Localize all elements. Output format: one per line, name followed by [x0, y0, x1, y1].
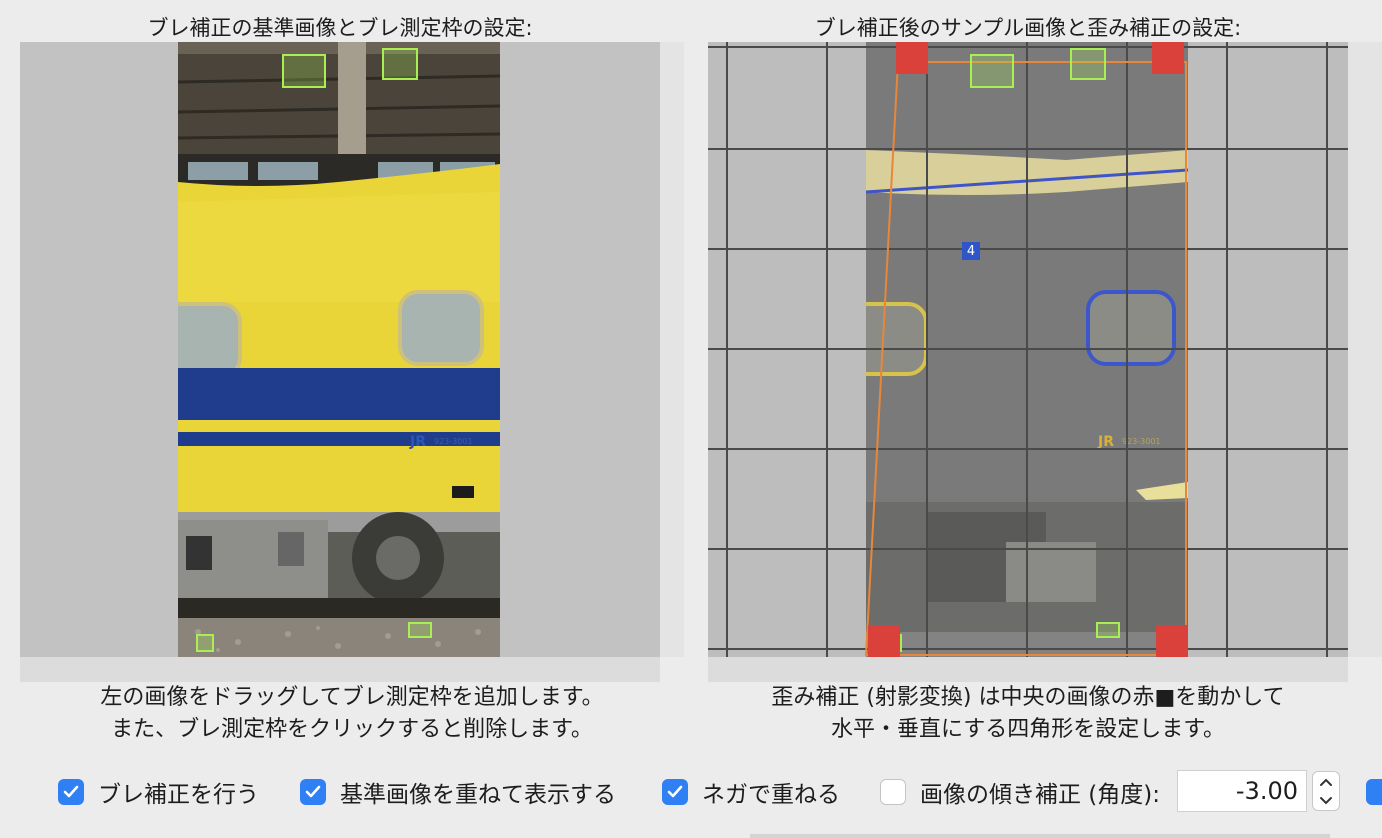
corrected-image-canvas[interactable]: JR 923-3001 4 [708, 42, 1348, 657]
negative-option[interactable]: ネガで重ねる [662, 775, 840, 809]
angle-input[interactable]: -3.00 [1177, 770, 1307, 812]
reference-instructions: 左の画像をドラッグしてブレ測定枠を追加します。 また、ブレ測定枠をクリックすると… [20, 682, 684, 746]
chevron-down-icon[interactable] [1319, 791, 1333, 810]
perspective-corner-handle-bottom-left[interactable] [868, 625, 900, 657]
measure-frame[interactable] [196, 634, 214, 652]
stabilize-option[interactable]: ブレ補正を行う [58, 775, 259, 809]
perspective-outline [864, 61, 1187, 656]
checkmark-icon [305, 785, 321, 798]
negative-label: ネガで重ねる [702, 782, 840, 808]
divider [750, 834, 1330, 838]
perspective-instructions: 歪み補正 (射影変換) は中央の画像の赤■を動かして 水平・垂直にする四角形を設… [708, 682, 1348, 746]
overlay-label: 基準画像を重ねて表示する [340, 782, 616, 808]
perspective-corner-handle-bottom-right[interactable] [1156, 625, 1188, 657]
measure-frame[interactable] [382, 48, 418, 80]
perspective-corner-handle-top-left[interactable] [896, 42, 928, 74]
reference-instruction-line2: また、ブレ測定枠をクリックすると削除します。 [111, 717, 593, 742]
reference-panel-title: ブレ補正の基準画像とブレ測定枠の設定: [147, 16, 533, 40]
svg-text:923-3001: 923-3001 [434, 437, 473, 446]
measure-frame [970, 54, 1014, 88]
reference-horizontal-scrollbar[interactable] [20, 657, 660, 682]
corrected-horizontal-scrollbar[interactable] [708, 657, 1348, 682]
checkmark-icon [63, 785, 79, 798]
tilt-checkbox[interactable] [880, 779, 906, 805]
reference-image-canvas[interactable]: JR 923-3001 [20, 42, 660, 657]
stabilize-label: ブレ補正を行う [98, 782, 259, 808]
checkmark-icon [667, 785, 683, 798]
stabilize-checkbox[interactable] [58, 779, 84, 805]
overlay-checkbox[interactable] [300, 779, 326, 805]
perspective-instruction-line2: 水平・垂直にする四角形を設定します。 [830, 717, 1226, 742]
corrected-vertical-scrollbar[interactable] [1348, 42, 1382, 657]
partial-checkbox[interactable] [1366, 779, 1382, 805]
reference-train-photo[interactable]: JR 923-3001 [178, 42, 500, 657]
angle-stepper[interactable] [1312, 771, 1340, 811]
measure-frame[interactable] [408, 622, 432, 638]
negative-checkbox[interactable] [662, 779, 688, 805]
reference-instruction-line1: 左の画像をドラッグしてブレ測定枠を追加します。 [100, 685, 604, 710]
measure-frame[interactable] [282, 54, 326, 88]
perspective-instruction-line1: 歪み補正 (射影変換) は中央の画像の赤■を動かして [771, 685, 1285, 710]
tilt-label: 画像の傾き補正 (角度): [920, 782, 1161, 808]
corrected-panel-title: ブレ補正後のサンプル画像と歪み補正の設定: [814, 16, 1242, 40]
chevron-up-icon[interactable] [1319, 772, 1333, 791]
measure-frame [1070, 48, 1106, 80]
perspective-corner-handle-top-right[interactable] [1152, 42, 1184, 74]
tilt-option[interactable]: 画像の傾き補正 (角度): [880, 775, 1160, 809]
frame-number-marker: 4 [962, 242, 980, 260]
svg-text:JR: JR [409, 434, 426, 450]
overlay-option[interactable]: 基準画像を重ねて表示する [300, 775, 616, 809]
measure-frame [1096, 622, 1120, 638]
reference-vertical-scrollbar[interactable] [660, 42, 684, 657]
